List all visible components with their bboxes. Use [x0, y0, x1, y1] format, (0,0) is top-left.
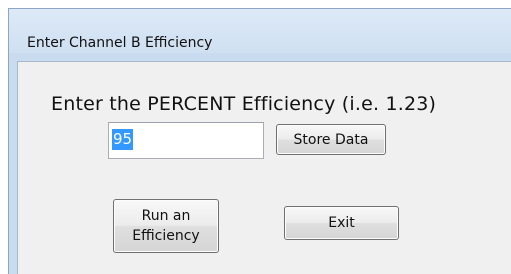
dialog-client-area: Enter the PERCENT Efficiency (i.e. 1.23)…	[17, 61, 511, 274]
selected-input-text: 95	[112, 129, 134, 150]
dialog-window: Enter Channel B Efficiency Enter the PER…	[8, 8, 511, 274]
title-bar[interactable]: Enter Channel B Efficiency	[9, 9, 511, 53]
store-data-button[interactable]: Store Data	[276, 124, 386, 155]
run-efficiency-button[interactable]: Run an Efficiency	[113, 199, 219, 253]
efficiency-prompt-label: Enter the PERCENT Efficiency (i.e. 1.23)	[51, 93, 437, 115]
efficiency-input[interactable]: 95	[108, 122, 264, 159]
window-title: Enter Channel B Efficiency	[27, 35, 213, 51]
exit-button[interactable]: Exit	[284, 206, 399, 240]
